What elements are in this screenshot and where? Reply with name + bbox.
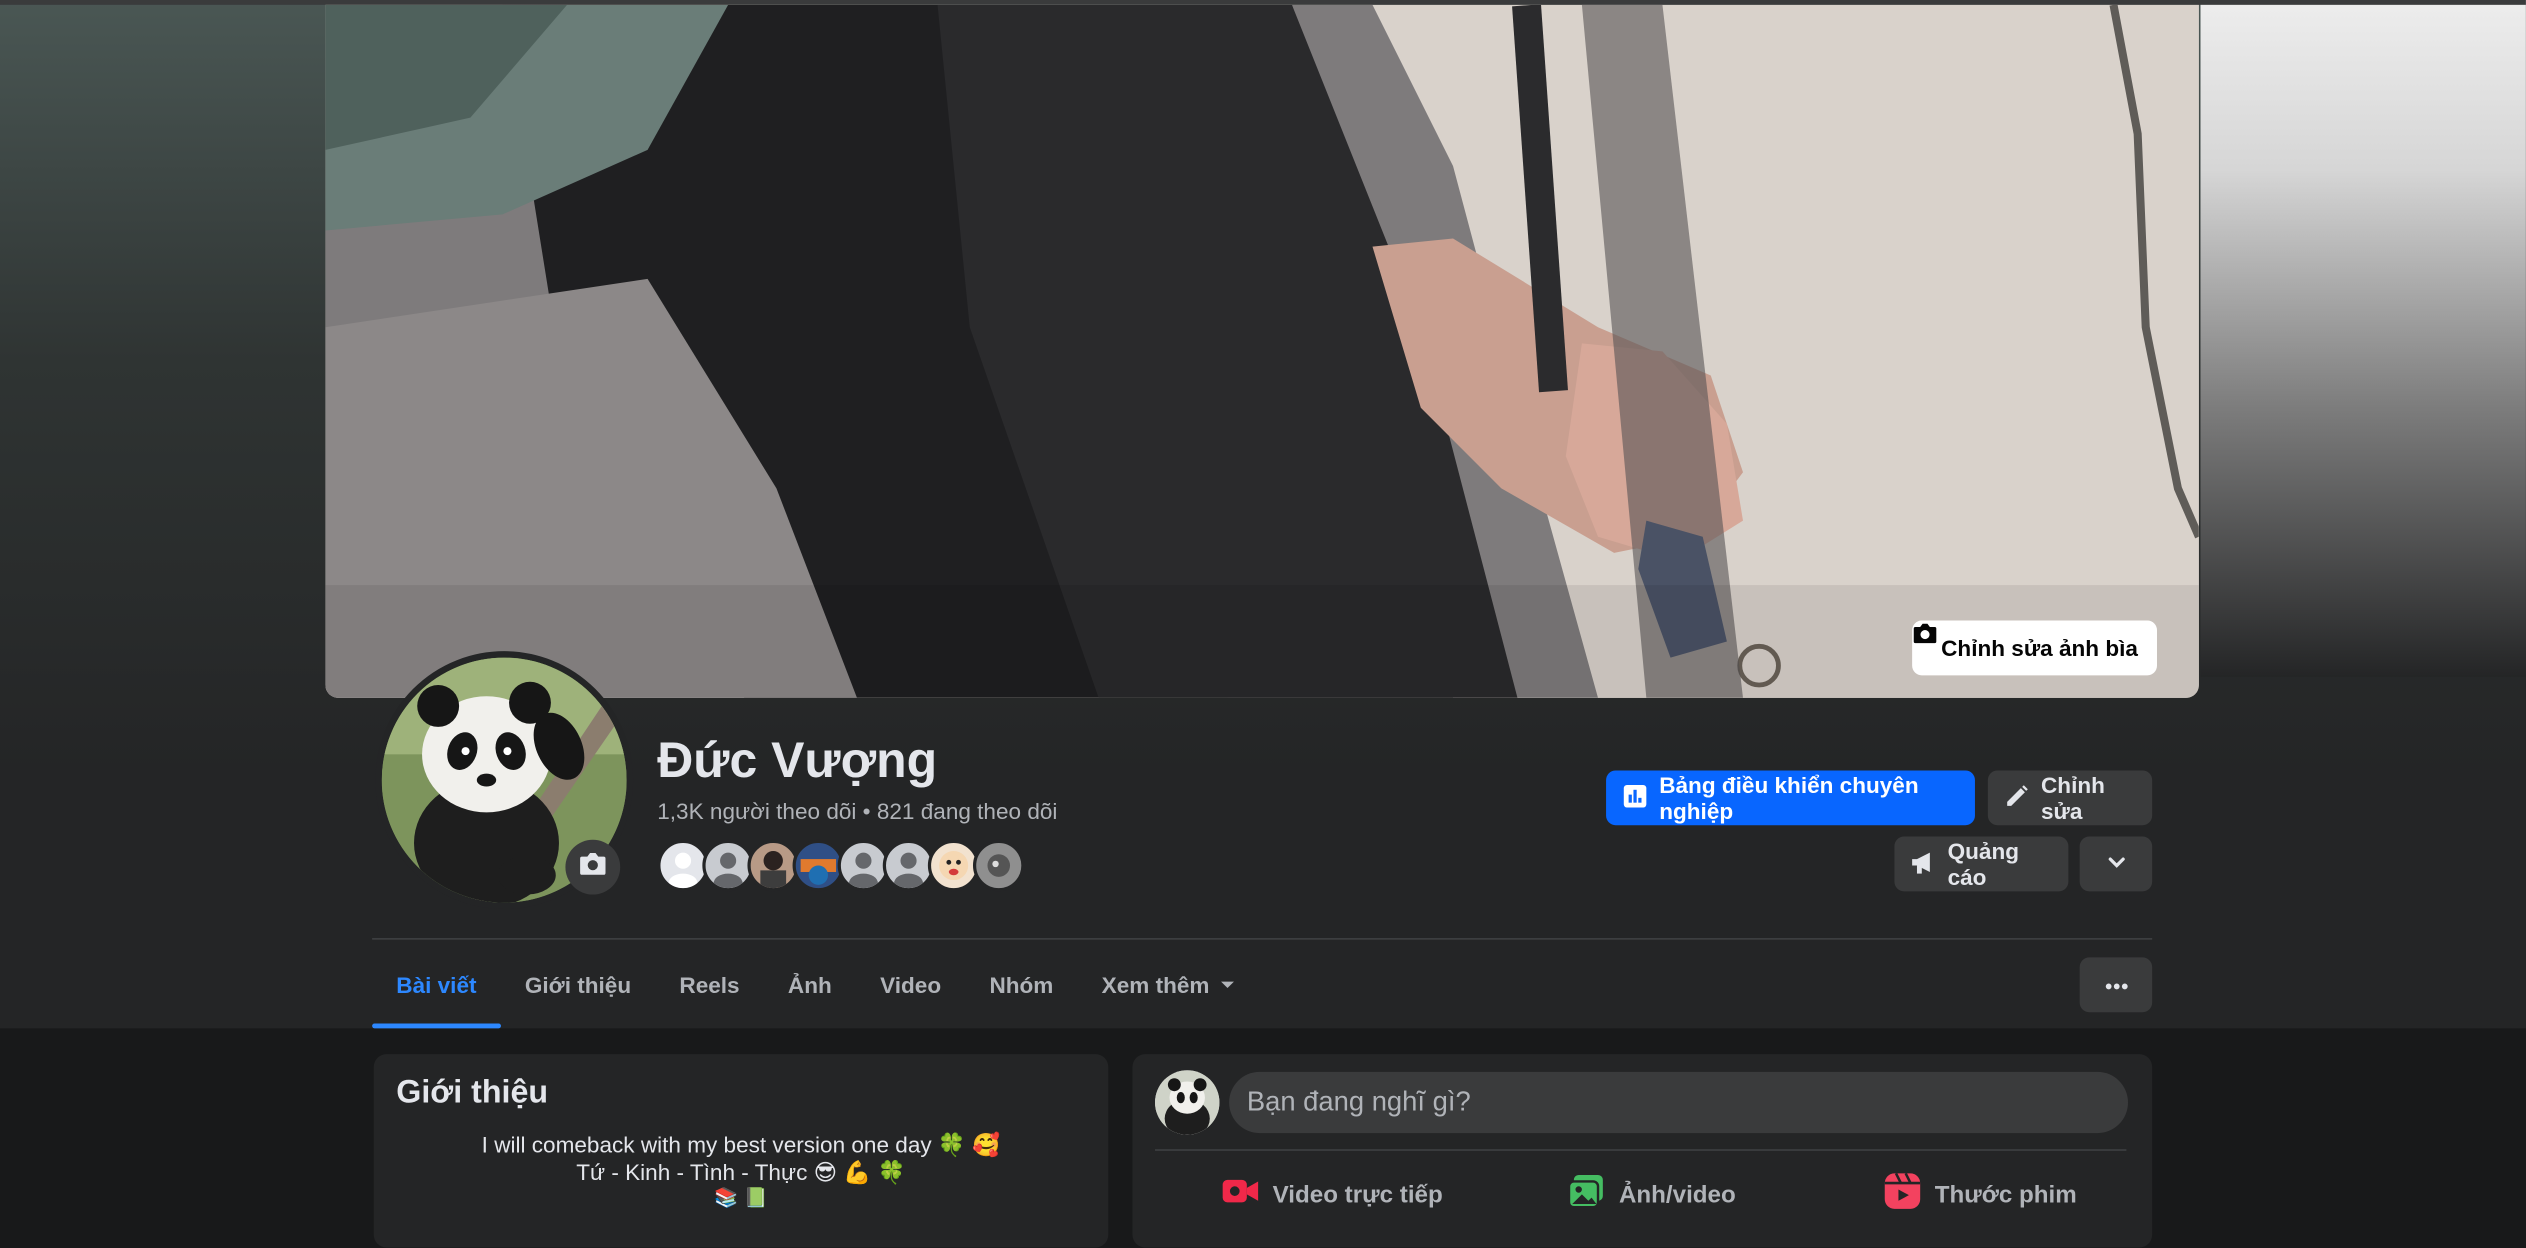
edit-profile-label: Chỉnh sửa: [2041, 772, 2105, 824]
professional-dashboard-label: Bảng điều khiển chuyên nghiệp: [1659, 772, 1919, 824]
tab-groups[interactable]: Nhóm: [965, 941, 1077, 1028]
follow-stats[interactable]: 1,3K người theo dõi • 821 đang theo dõi: [657, 798, 1057, 824]
bio-line: Tứ - Kinh - Tình - Thực 😎 💪 🍀: [576, 1158, 906, 1185]
composer-divider: [1155, 1149, 2127, 1151]
composer-avatar[interactable]: [1155, 1070, 1220, 1135]
tab-posts[interactable]: Bài viết: [372, 941, 501, 1029]
tab-reels[interactable]: Reels: [655, 941, 764, 1028]
follower-avatar[interactable]: [702, 839, 754, 892]
more-actions-dropdown[interactable]: [2079, 836, 2153, 892]
tab-videos[interactable]: Video: [856, 941, 965, 1028]
video-camera-icon: [1221, 1175, 1260, 1214]
bio-line: 📚 📗: [714, 1186, 768, 1209]
bar-chart-icon: [1622, 783, 1648, 814]
ads-label: Quảng cáo: [1947, 838, 2020, 890]
reel-icon: [1883, 1172, 1922, 1217]
bio-line: I will comeback with my best version one…: [481, 1131, 1001, 1158]
profile-tabs: Bài viết Giới thiệu Reels Ảnh Video Nhóm…: [372, 941, 1260, 1029]
tab-label: Xem thêm: [1101, 971, 1210, 998]
live-video-button[interactable]: Video trực tiếp: [1221, 1167, 1443, 1222]
ellipsis-icon: [2103, 970, 2129, 999]
intro-title: Giới thiệu: [396, 1075, 549, 1111]
more-options-button[interactable]: [2079, 957, 2153, 1013]
tab-photos[interactable]: Ảnh: [764, 941, 856, 1028]
camera-icon: [578, 849, 607, 886]
reels-label: Thước phim: [1934, 1180, 2077, 1209]
edit-profile-button[interactable]: Chỉnh sửa: [1987, 770, 2153, 826]
photo-video-button[interactable]: Ảnh/video: [1567, 1167, 1736, 1222]
follower-avatar[interactable]: [882, 839, 935, 892]
cover-image: [325, 4, 2199, 698]
megaphone-icon: [1911, 849, 1937, 880]
follower-avatar[interactable]: [837, 839, 890, 892]
follower-avatar[interactable]: [747, 839, 800, 892]
tab-see-more[interactable]: Xem thêm: [1078, 941, 1260, 1028]
tab-label: Nhóm: [989, 971, 1054, 998]
photo-video-label: Ảnh/video: [1618, 1180, 1736, 1209]
professional-dashboard-button[interactable]: Bảng điều khiển chuyên nghiệp: [1606, 770, 1975, 826]
edit-cover-label: Chỉnh sửa ảnh bìa: [1941, 635, 2138, 661]
follower-avatar[interactable]: [657, 839, 709, 892]
tab-label: Bài viết: [396, 971, 477, 998]
cover-photo[interactable]: Chỉnh sửa ảnh bìa: [325, 4, 2199, 698]
ads-button[interactable]: Quảng cáo: [1894, 836, 2069, 892]
follower-avatar[interactable]: [972, 839, 1025, 892]
pencil-icon: [2004, 783, 2030, 814]
reels-button[interactable]: Thước phim: [1883, 1167, 2077, 1222]
live-video-label: Video trực tiếp: [1272, 1180, 1443, 1209]
profile-name: Đức Vượng: [657, 731, 938, 789]
tab-label: Ảnh: [787, 971, 832, 998]
tab-label: Giới thiệu: [524, 971, 632, 998]
tab-label: Reels: [679, 971, 740, 998]
chevron-down-icon: [2105, 850, 2128, 877]
tab-label: Video: [880, 971, 942, 998]
post-composer: Bạn đang nghĩ gì? Video trực tiếp Ảnh/vi…: [1132, 1054, 2153, 1248]
photo-icon: [1567, 1173, 1606, 1215]
intro-card: Giới thiệu I will comeback with my best …: [373, 1054, 1109, 1248]
caret-down-icon: [1219, 972, 1235, 998]
edit-cover-button[interactable]: Chỉnh sửa ảnh bìa: [1912, 620, 2158, 676]
whats-on-your-mind-input[interactable]: Bạn đang nghĩ gì?: [1229, 1071, 2128, 1134]
follower-avatars: [657, 839, 1025, 892]
follower-avatar[interactable]: [927, 839, 980, 892]
follower-avatar[interactable]: [792, 839, 845, 892]
tab-about[interactable]: Giới thiệu: [501, 941, 656, 1028]
update-avatar-button[interactable]: [565, 839, 621, 895]
header-divider: [372, 938, 2153, 940]
